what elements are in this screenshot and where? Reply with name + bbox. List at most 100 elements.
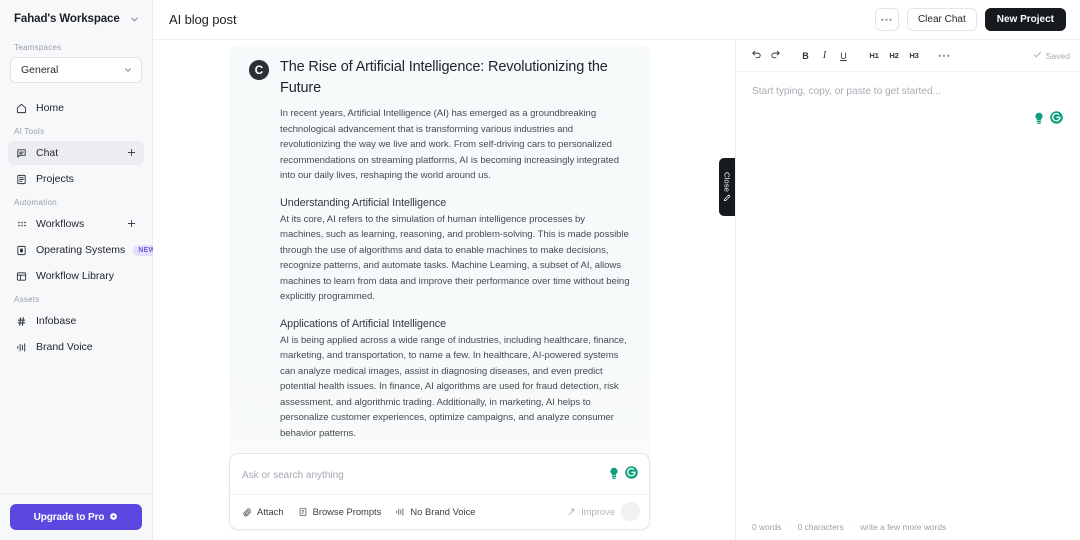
more-options-button[interactable]: ••• [874, 8, 899, 31]
composer-right-actions: Improve [567, 502, 640, 521]
sidebar-item-home[interactable]: Home [8, 96, 144, 120]
clear-chat-label: Clear Chat [917, 14, 966, 25]
sidebar-item-label: Workflows [36, 218, 85, 230]
app-root: Fahad's Workspace Teamspaces General Hom… [0, 0, 1080, 540]
assistant-message: C The Rise of Artificial Intelligence: R… [229, 45, 650, 505]
pen-icon [723, 194, 731, 202]
editor-hint: write a few more words [860, 522, 947, 532]
italic-button[interactable]: I [816, 47, 833, 64]
plus-icon[interactable] [126, 218, 137, 231]
editor-footer: 0 words · 0 characters · write a few mor… [736, 514, 1080, 540]
waveform-icon [15, 341, 28, 354]
footer-separator: · [850, 523, 854, 531]
wand-icon [567, 507, 577, 517]
clear-chat-button[interactable]: Clear Chat [906, 8, 977, 31]
sidebar-item-operating-systems[interactable]: Operating Systems NEW [8, 238, 161, 262]
chat-column: C The Rise of Artificial Intelligence: R… [153, 40, 735, 540]
sidebar-item-infobase[interactable]: Infobase [8, 309, 144, 333]
save-status: Saved [1033, 50, 1070, 61]
teamspaces-label: Teamspaces [14, 43, 62, 52]
word-count: 0 words [752, 522, 782, 532]
sparkle-icon [109, 512, 118, 523]
improve-button[interactable]: Improve [567, 506, 615, 517]
message-section-1-body: At its core, AI refers to the simulation… [280, 213, 630, 303]
editor-more-button[interactable]: ••• [936, 47, 953, 64]
browse-prompts-label: Browse Prompts [312, 506, 382, 517]
sidebar-item-label: Brand Voice [36, 341, 93, 353]
ellipsis-icon: ••• [938, 50, 951, 61]
send-button[interactable] [621, 502, 640, 521]
sidebar-item-projects[interactable]: Projects [8, 167, 144, 191]
message-intro-paragraph: In recent years, Artificial Intelligence… [280, 108, 619, 182]
sidebar-item-label: Projects [36, 173, 74, 185]
workspace-name: Fahad's Workspace [14, 13, 120, 25]
browse-prompts-button[interactable]: Browse Prompts [298, 506, 382, 517]
upgrade-to-pro-button[interactable]: Upgrade to Pro [10, 504, 142, 530]
teamspace-selected-value: General [21, 64, 59, 76]
sidebar-item-chat[interactable]: Chat [8, 141, 144, 165]
sidebar: Fahad's Workspace Teamspaces General Hom… [0, 0, 161, 540]
sidebar-footer: Upgrade to Pro [0, 493, 152, 540]
avatar: C [249, 60, 269, 80]
character-count: 0 characters [797, 522, 844, 532]
teamspace-select[interactable]: General [10, 57, 142, 83]
message-heading: The Rise of Artificial Intelligence: Rev… [280, 59, 608, 96]
editor-text-area[interactable]: Start typing, copy, or paste to get star… [736, 72, 1080, 514]
undo-button[interactable] [748, 47, 765, 64]
new-project-button[interactable]: New Project [984, 8, 1066, 31]
assets-label: Assets [14, 295, 40, 304]
redo-icon [770, 49, 781, 62]
bold-button[interactable]: B [797, 47, 814, 64]
heading-1-button[interactable]: H1 [865, 47, 883, 64]
paperclip-icon [242, 507, 252, 517]
workspace-switcher[interactable]: Fahad's Workspace [0, 0, 152, 37]
brand-voice-label: No Brand Voice [410, 506, 476, 517]
grammarly-g-icon[interactable] [624, 465, 639, 485]
brand-voice-selector[interactable]: No Brand Voice [395, 506, 476, 517]
chevron-down-icon [123, 65, 133, 75]
message-section-2-body: AI is being applied across a wide range … [280, 334, 627, 439]
composer-input-row [230, 454, 649, 494]
dots-grid-icon [15, 218, 28, 231]
lightbulb-icon[interactable] [1032, 111, 1046, 130]
sidebar-item-brand-voice[interactable]: Brand Voice [8, 335, 144, 359]
page-title: AI blog post [169, 12, 237, 27]
editor-placeholder: Start typing, copy, or paste to get star… [752, 86, 941, 97]
sidebar-item-label: Chat [36, 147, 59, 159]
attach-button[interactable]: Attach [242, 506, 284, 517]
main-area: AI blog post ••• Clear Chat New Project … [153, 0, 1080, 540]
lightbulb-icon[interactable] [607, 466, 621, 485]
automation-label: Automation [14, 198, 57, 207]
sidebar-item-workflow-library[interactable]: Workflow Library [8, 264, 144, 288]
layout-icon [15, 270, 28, 283]
close-panel-label: Close [722, 171, 732, 192]
heading-2-button[interactable]: H2 [885, 47, 903, 64]
undo-icon [751, 49, 762, 62]
chat-bubble-icon [15, 147, 28, 160]
close-panel-tab[interactable]: Close [719, 158, 735, 216]
plus-icon[interactable] [126, 147, 137, 160]
search-input[interactable] [242, 469, 607, 481]
save-status-label: Saved [1045, 50, 1070, 61]
sidebar-item-label: Infobase [36, 315, 77, 327]
upgrade-label: Upgrade to Pro [33, 511, 105, 523]
sidebar-item-workflows[interactable]: Workflows [8, 212, 144, 236]
heading-3-button[interactable]: H3 [905, 47, 923, 64]
ellipsis-icon: ••• [880, 14, 894, 25]
waveform-icon [395, 507, 405, 517]
grammarly-g-icon[interactable] [1049, 110, 1064, 130]
app-window-icon [15, 244, 28, 257]
attach-label: Attach [257, 506, 284, 517]
redo-button[interactable] [767, 47, 784, 64]
document-editor-panel: B I U H1 H2 H3 ••• Saved Start typing, c… [735, 40, 1080, 540]
underline-button[interactable]: U [835, 47, 852, 64]
sidebar-item-label: Home [36, 102, 65, 114]
home-icon [15, 102, 28, 115]
message-body: The Rise of Artificial Intelligence: Rev… [280, 57, 630, 485]
composer-toolbar: Attach Browse Prompts No Brand Voice Imp… [230, 494, 649, 529]
content-wrap: C The Rise of Artificial Intelligence: R… [153, 40, 1080, 540]
improve-label: Improve [581, 506, 615, 517]
message-section-2-heading: Applications of Artificial Intelligence [280, 317, 447, 330]
editor-toolbar: B I U H1 H2 H3 ••• Saved [736, 40, 1080, 72]
